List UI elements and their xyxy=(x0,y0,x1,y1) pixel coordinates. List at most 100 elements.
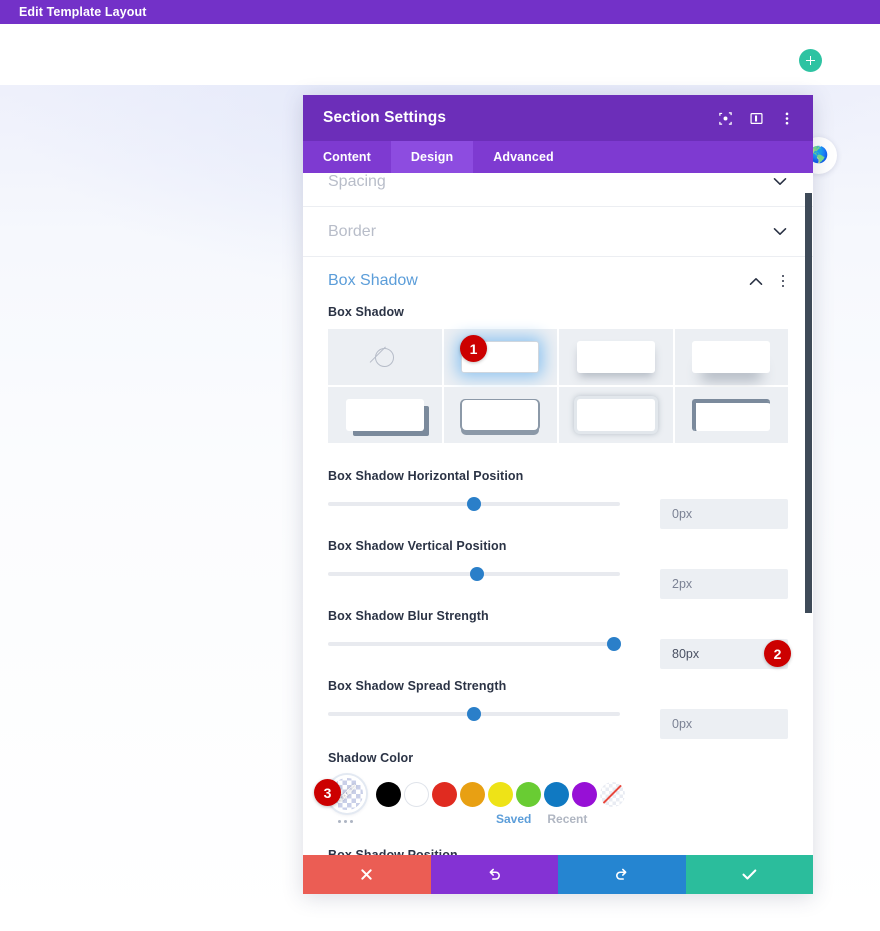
box-shadow-preset-inset-corner[interactable] xyxy=(674,387,788,443)
field-vertical-position-label: Box Shadow Vertical Position xyxy=(328,539,507,553)
field-horizontal-position-label: Box Shadow Horizontal Position xyxy=(328,469,524,483)
swatch-black[interactable] xyxy=(376,781,401,807)
field-vertical-position: Box Shadow Vertical Position 2px xyxy=(303,539,813,599)
color-source-tabs: Saved Recent xyxy=(496,812,788,826)
swatch-blue[interactable] xyxy=(544,781,569,807)
redo-button[interactable] xyxy=(558,855,686,894)
spread-strength-slider[interactable] xyxy=(328,703,620,725)
field-horizontal-position: Box Shadow Horizontal Position 0px xyxy=(303,469,813,529)
more-vertical-icon[interactable] xyxy=(779,110,795,126)
modal-scrollbar-track[interactable] xyxy=(805,173,813,855)
section-toggle-spacing[interactable]: Spacing xyxy=(303,173,813,207)
slider-knob[interactable] xyxy=(467,707,481,721)
redo-icon xyxy=(614,867,629,882)
preset-preview xyxy=(692,341,771,373)
box-shadow-preset-spread-bottom[interactable] xyxy=(674,329,788,385)
swatch-purple[interactable] xyxy=(572,781,597,807)
spread-strength-input[interactable]: 0px xyxy=(660,709,788,739)
field-box-shadow-position: Box Shadow Position Outer Shadow xyxy=(303,848,813,855)
section-toggle-border-label: Border xyxy=(328,222,377,240)
close-icon xyxy=(360,868,373,881)
admin-top-bar: Edit Template Layout xyxy=(0,0,880,24)
check-icon xyxy=(742,868,757,881)
preset-preview xyxy=(692,399,771,431)
page-root: Edit Template Layout 🌎 Section Settings xyxy=(0,0,880,931)
no-shadow-icon xyxy=(375,347,395,367)
modal-scrollbar-thumb[interactable] xyxy=(805,193,812,613)
horizontal-position-slider-row: 0px xyxy=(328,493,788,529)
swatch-green[interactable] xyxy=(516,781,541,807)
chevron-up-icon[interactable] xyxy=(748,273,764,289)
swatch-white[interactable] xyxy=(404,781,429,807)
box-shadow-preset-soft-bottom[interactable] xyxy=(559,329,673,385)
save-button[interactable] xyxy=(685,855,813,894)
tab-advanced[interactable]: Advanced xyxy=(473,141,574,173)
section-settings-modal: Section Settings Content Design Advanced… xyxy=(303,95,813,894)
slider-knob[interactable] xyxy=(467,497,481,511)
more-vertical-icon[interactable] xyxy=(776,273,790,289)
box-shadow-preset-grid: 1 xyxy=(328,329,788,443)
field-blur-strength: Box Shadow Blur Strength 80px 2 xyxy=(303,609,813,669)
slider-knob[interactable] xyxy=(469,567,484,581)
modal-header: Section Settings xyxy=(303,95,813,141)
modal-scroll-content: Spacing Border Box Shadow Box Shadow 1 B… xyxy=(303,173,813,855)
step-badge-2: 2 xyxy=(764,640,791,667)
spread-strength-slider-row: 0px xyxy=(328,703,788,739)
tab-design[interactable]: Design xyxy=(390,141,474,173)
undo-button[interactable] xyxy=(430,855,558,894)
slider-track xyxy=(328,642,620,646)
preset-preview xyxy=(345,399,424,431)
modal-title: Section Settings xyxy=(323,109,447,126)
section-header-actions xyxy=(748,273,790,289)
swatch-transparent[interactable] xyxy=(600,781,625,807)
swatch-yellow[interactable] xyxy=(488,781,513,807)
chevron-down-icon xyxy=(772,174,788,190)
section-header-box-shadow-label: Box Shadow xyxy=(328,272,418,289)
blur-strength-slider-row: 80px 2 xyxy=(328,633,791,669)
section-toggle-border[interactable]: Border xyxy=(303,207,813,257)
box-shadow-preset-outer-ring[interactable] xyxy=(559,387,673,443)
box-shadow-preset-glow[interactable] xyxy=(443,329,557,385)
field-box-shadow-position-label: Box Shadow Position xyxy=(328,848,458,855)
modal-footer xyxy=(303,855,813,894)
undo-icon xyxy=(487,867,502,882)
plus-icon xyxy=(806,56,815,65)
modal-tab-bar: Content Design Advanced xyxy=(303,141,813,173)
blur-strength-slider[interactable] xyxy=(328,633,622,655)
box-shadow-preset-none[interactable] xyxy=(328,329,442,385)
cancel-button[interactable] xyxy=(303,855,431,894)
tab-content[interactable]: Content xyxy=(303,141,391,173)
box-shadow-preset-outline-heavy[interactable] xyxy=(443,387,557,443)
chevron-down-icon xyxy=(772,224,788,240)
step-badge-3: 3 xyxy=(314,779,341,806)
section-header-box-shadow[interactable]: Box Shadow xyxy=(303,257,813,305)
modal-header-actions xyxy=(717,110,795,126)
slider-knob[interactable] xyxy=(607,637,622,651)
tab-recent-colors[interactable]: Recent xyxy=(547,812,587,826)
field-blur-strength-label: Box Shadow Blur Strength xyxy=(328,609,489,623)
canvas-top-white xyxy=(0,24,880,85)
preset-preview xyxy=(576,341,655,373)
add-section-button[interactable] xyxy=(799,49,822,72)
field-shadow-color: Shadow Color 🖌 3 Saved Recent xyxy=(303,751,813,826)
box-shadow-preset-offset-solid[interactable] xyxy=(328,387,442,443)
swatch-red[interactable] xyxy=(432,781,457,807)
step-badge-1: 1 xyxy=(460,335,487,362)
page-title: Edit Template Layout xyxy=(19,5,147,19)
preset-preview xyxy=(576,399,655,431)
field-shadow-color-label: Shadow Color xyxy=(328,751,414,765)
panel-layout-icon[interactable] xyxy=(748,110,764,126)
swatch-orange[interactable] xyxy=(460,781,485,807)
tab-saved-colors[interactable]: Saved xyxy=(496,812,531,826)
field-box-shadow-label: Box Shadow xyxy=(328,305,405,319)
field-spread-strength-label: Box Shadow Spread Strength xyxy=(328,679,507,693)
target-focus-icon[interactable] xyxy=(717,110,733,126)
vertical-position-input[interactable]: 2px xyxy=(660,569,788,599)
field-box-shadow: Box Shadow 1 xyxy=(303,305,813,443)
horizontal-position-slider[interactable] xyxy=(328,493,620,515)
vertical-position-slider-row: 2px xyxy=(328,563,788,599)
vertical-position-slider[interactable] xyxy=(328,563,620,585)
horizontal-position-input[interactable]: 0px xyxy=(660,499,788,529)
section-toggle-spacing-label: Spacing xyxy=(328,173,386,190)
field-spread-strength: Box Shadow Spread Strength 0px xyxy=(303,679,813,739)
